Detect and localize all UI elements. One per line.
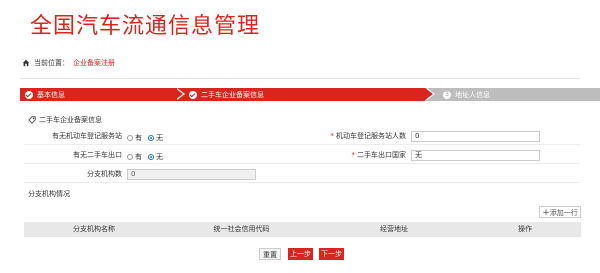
table-header: 分支机构名称 统一社会信用代码 经营地址 操作 [24,222,581,237]
next-step-button[interactable]: 下一步 [319,248,344,260]
step-contact-info[interactable]: 3 地址人信息 [425,88,600,101]
radio-label: 有 [135,153,142,161]
check-icon [189,90,197,99]
column-header: 统一社会信用代码 [213,225,270,233]
progress-stepper: 基本信息 二手车企业备案信息 3 地址人信息 [20,88,600,101]
step-separator [175,88,183,100]
radio-circle[interactable] [127,135,133,141]
radio-label: 有 [135,134,142,142]
column-header: 操作 [518,225,532,233]
plus-icon: + [542,208,550,218]
branches-title: 分支机构情况 [28,190,70,198]
prev-step-button[interactable]: 上一步 [288,248,313,260]
step-number-badge: 3 [443,90,451,99]
radio-yes[interactable]: 有 [127,133,142,143]
step-label: 地址人信息 [455,90,490,99]
step-separator [425,88,433,100]
branch-count-input: 0 [127,169,256,180]
radio-circle[interactable] [127,154,133,160]
radio-circle[interactable] [148,154,154,160]
radio-label: 无 [156,153,163,161]
radio-circle[interactable] [148,135,154,141]
field-label: 有无机动车登记服务站 [52,132,122,140]
tag-icon [28,116,36,124]
check-icon [25,90,33,99]
form-row: 有无机动车登记服务站 有 无 * 机动车登记服务站人数 0 [24,129,580,145]
column-header: 经营地址 [380,225,408,233]
home-icon [22,59,30,67]
section-header: 二手车企业备案信息 [28,115,102,125]
radio-yes[interactable]: 有 [127,152,142,162]
section-title: 二手车企业备案信息 [39,116,102,124]
divider [20,78,580,79]
radio-no[interactable]: 无 [148,152,163,162]
field-label: 有无二手车出口 [73,151,122,159]
radio-no[interactable]: 无 [148,133,163,143]
reset-button[interactable]: 重置 [259,248,281,260]
breadcrumb-prefix: 当前位置： [34,59,69,67]
field-label: * 二手车出口国家 [351,151,407,159]
add-row-button[interactable]: +添加一行 [539,206,581,218]
radio-label: 无 [156,134,163,142]
service-staff-count-input[interactable]: 0 [411,131,540,142]
step-basic-info[interactable]: 基本信息 [20,88,175,101]
step-used-car-filing[interactable]: 二手车企业备案信息 [175,88,425,101]
breadcrumb-current[interactable]: 企业备案注册 [73,58,115,68]
form-row: 有无二手车出口 有 无 * 二手车出口国家 无 [24,148,580,164]
column-header: 分支机构名称 [73,225,115,233]
export-country-input[interactable]: 无 [411,150,540,161]
step-label: 基本信息 [37,90,65,99]
page-title: 全国汽车流通信息管理 [30,14,261,39]
breadcrumb: 当前位置： 企业备案注册 [22,58,115,68]
form-row: 分支机构数 0 [24,167,580,183]
field-label: 分支机构数 [87,170,122,178]
field-label: * 机动车登记服务站人数 [330,132,407,140]
step-label: 二手车企业备案信息 [201,90,264,99]
